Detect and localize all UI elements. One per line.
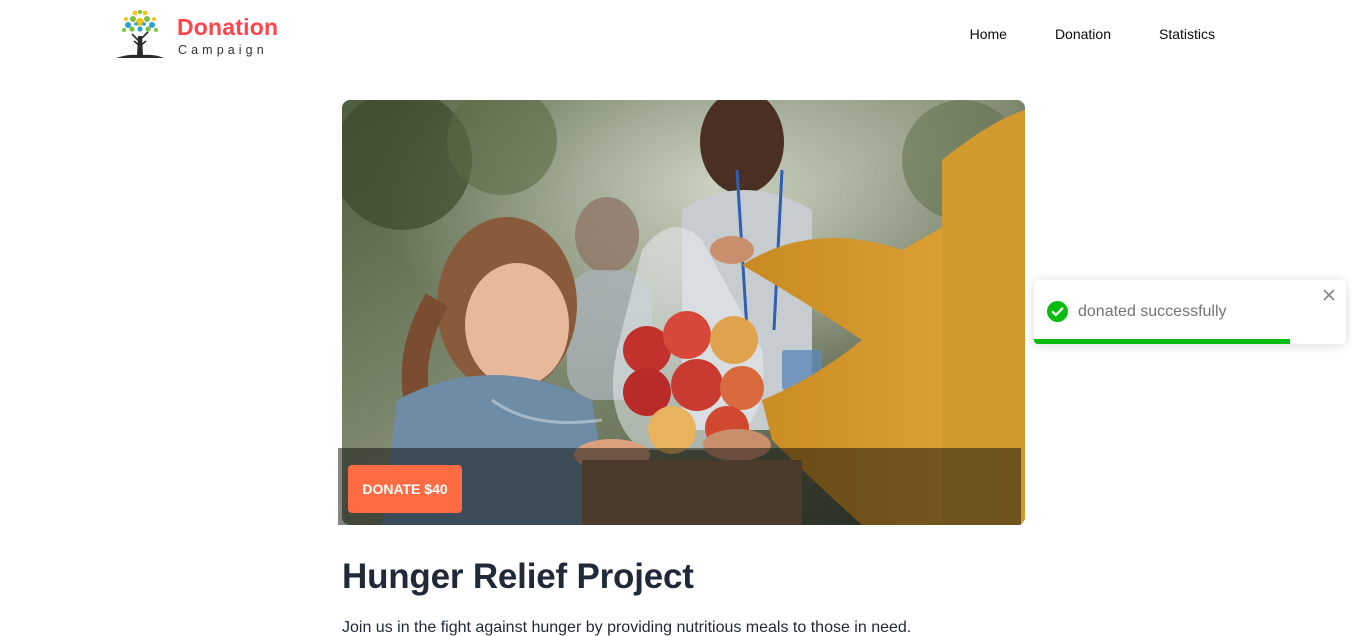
tree-icon	[116, 10, 164, 58]
project-description: Join us in the fight against hunger by p…	[342, 619, 912, 636]
page-title: Hunger Relief Project	[342, 557, 694, 596]
brand-subtitle: Campaign	[178, 43, 268, 57]
close-icon[interactable]	[1322, 288, 1336, 302]
toast-message: donated successfully	[1078, 303, 1227, 320]
nav-link-donation[interactable]: Donation	[1055, 24, 1111, 44]
check-circle-icon	[1047, 301, 1068, 322]
nav-link-statistics[interactable]: Statistics	[1159, 24, 1215, 44]
donate-button[interactable]: DONATE $40	[348, 465, 462, 513]
brand-logo[interactable]: Donation Campaign	[114, 8, 294, 62]
nav-link-home[interactable]: Home	[970, 24, 1007, 44]
main-nav: Home Donation Statistics	[970, 24, 1215, 44]
brand-text: Donation Campaign	[177, 14, 278, 58]
toast-progress-bar	[1034, 339, 1290, 344]
site-header: Donation Campaign Home Donation Statisti…	[0, 0, 1351, 70]
success-toast[interactable]: donated successfully	[1034, 280, 1346, 344]
toast-progress-track	[1034, 339, 1346, 344]
brand-title: Donation	[177, 14, 279, 40]
